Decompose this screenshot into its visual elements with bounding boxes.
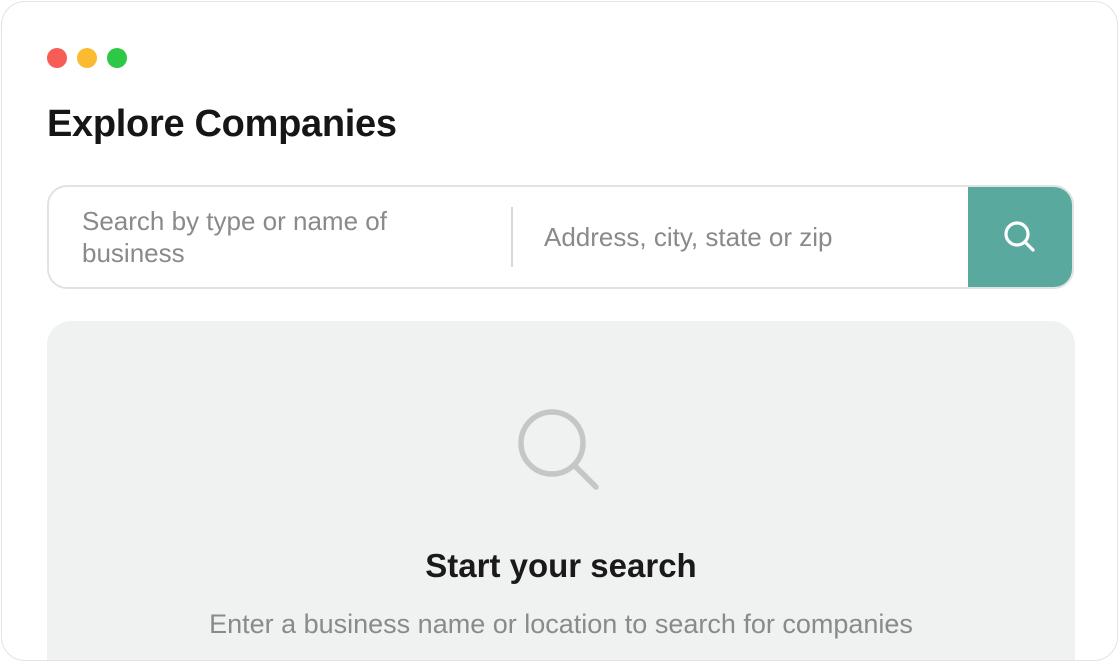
window-controls [47, 48, 127, 68]
page-title: Explore Companies [47, 103, 397, 145]
search-icon [1004, 221, 1035, 252]
empty-state-subtitle: Enter a business name or location to sea… [209, 609, 913, 639]
maximize-window-button[interactable] [107, 48, 127, 68]
business-search-placeholder: Search by type or name of business [82, 206, 387, 268]
location-search-input[interactable]: Address, city, state or zip [513, 187, 968, 287]
search-bar: Search by type or name of business Addre… [47, 185, 1074, 289]
search-button[interactable] [968, 187, 1072, 287]
app-window: Explore Companies Search by type or name… [1, 1, 1118, 661]
location-search-placeholder: Address, city, state or zip [544, 221, 833, 252]
empty-state-title: Start your search [425, 547, 697, 584]
magnifier-icon [518, 409, 599, 490]
empty-state-panel: Start your search Enter a business name … [47, 321, 1075, 660]
minimize-window-button[interactable] [77, 48, 97, 68]
business-search-input[interactable]: Search by type or name of business [49, 187, 511, 287]
close-window-button[interactable] [47, 48, 67, 68]
